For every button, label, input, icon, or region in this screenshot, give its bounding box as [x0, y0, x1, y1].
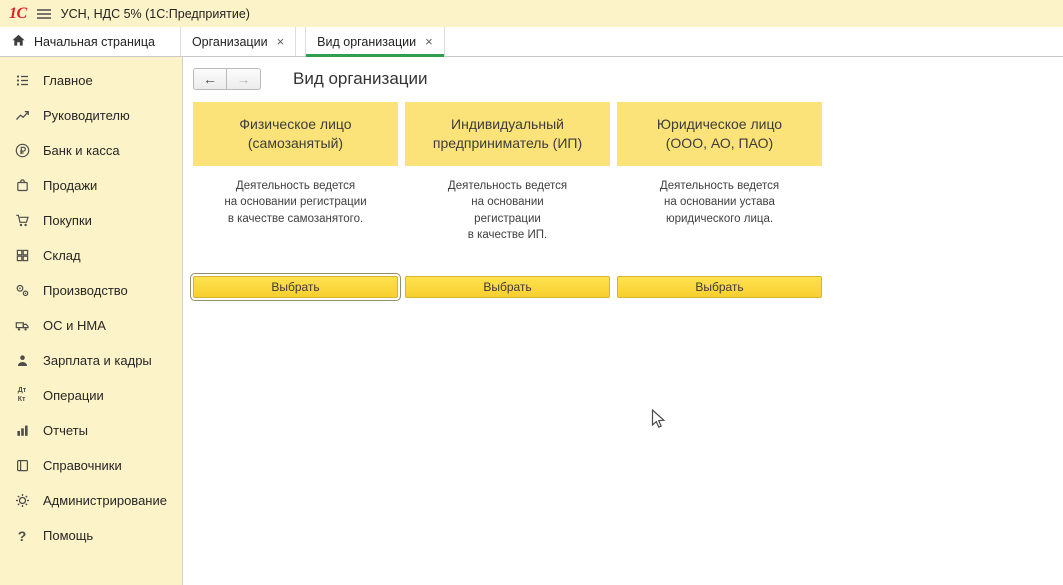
sidebar-item-help[interactable]: ? Помощь [0, 518, 182, 553]
sidebar-item-label: Главное [43, 73, 93, 88]
gear-icon [13, 493, 31, 508]
back-button[interactable]: ← [193, 68, 227, 90]
sidebar-item-warehouse[interactable]: Склад [0, 238, 182, 273]
sidebar-item-fixed-assets[interactable]: ОС и НМА [0, 308, 182, 343]
option-entrepreneur: Индивидуальный предприниматель (ИП) Деят… [405, 102, 610, 298]
grid-icon [13, 248, 31, 263]
truck-icon [13, 318, 31, 333]
choose-button-selfemployed[interactable]: Выбрать [193, 276, 398, 298]
option-description: Деятельность ведется на основании регист… [405, 178, 610, 243]
sidebar-item-operations[interactable]: Дт Кт Операции [0, 378, 182, 413]
debit-credit-icon: Дт Кт [13, 387, 31, 403]
book-icon [13, 458, 31, 473]
sidebar-item-references[interactable]: Справочники [0, 448, 182, 483]
sidebar-item-reports[interactable]: Отчеты [0, 413, 182, 448]
sidebar-item-manager[interactable]: Руководителю [0, 98, 182, 133]
app-window: 1С УСН, НДС 5% (1С:Предприятие) Начальна… [0, 0, 1063, 585]
tab-bar: Начальная страница Организации × Вид орг… [0, 27, 1063, 57]
close-icon[interactable]: × [277, 35, 285, 48]
sidebar-item-administration[interactable]: Администрирование [0, 483, 182, 518]
sidebar-item-label: Справочники [43, 458, 122, 473]
sidebar-item-label: ОС и НМА [43, 318, 106, 333]
sidebar-item-label: Зарплата и кадры [43, 353, 152, 368]
sidebar-item-label: Банк и касса [43, 143, 120, 158]
tab-organizations-label: Организации [192, 35, 268, 49]
close-icon[interactable]: × [425, 35, 433, 48]
option-description: Деятельность ведется на основании устава… [617, 178, 822, 227]
main-menu-icon[interactable] [36, 8, 52, 20]
sections-sidebar: Главное Руководителю Банк и касса Продаж… [0, 57, 183, 585]
option-card-title: Физическое лицо (самозанятый) [193, 102, 398, 166]
sidebar-item-label: Склад [43, 248, 81, 263]
choose-button-entrepreneur[interactable]: Выбрать [405, 276, 610, 298]
sidebar-item-sales[interactable]: Продажи [0, 168, 182, 203]
sidebar-item-label: Операции [43, 388, 104, 403]
bar-chart-icon [13, 423, 31, 438]
sidebar-item-main[interactable]: Главное [0, 63, 182, 98]
gears-icon [13, 283, 31, 298]
question-icon: ? [13, 528, 31, 544]
sidebar-item-production[interactable]: Производство [0, 273, 182, 308]
sidebar-item-label: Помощь [43, 528, 93, 543]
sidebar-item-salary-hr[interactable]: Зарплата и кадры [0, 343, 182, 378]
app-logo: 1С [9, 5, 27, 23]
main-content: ← → Вид организации Физическое лицо (сам… [183, 57, 1063, 585]
choose-button-legal-entity[interactable]: Выбрать [617, 276, 822, 298]
briefcase-icon [13, 178, 31, 193]
sidebar-item-label: Отчеты [43, 423, 88, 438]
page-title: Вид организации [293, 69, 428, 89]
ruble-icon [13, 143, 31, 158]
sidebar-item-label: Руководителю [43, 108, 130, 123]
tab-home[interactable]: Начальная страница [0, 27, 171, 56]
sidebar-item-label: Администрирование [43, 493, 167, 508]
list-icon [13, 73, 31, 88]
option-description: Деятельность ведется на основании регист… [193, 178, 398, 227]
option-card-title: Юридическое лицо (ООО, АО, ПАО) [617, 102, 822, 166]
tab-org-kind[interactable]: Вид организации × [305, 27, 445, 56]
window-titlebar: 1С УСН, НДС 5% (1С:Предприятие) [0, 0, 1063, 27]
sidebar-item-label: Производство [43, 283, 128, 298]
tab-home-label: Начальная страница [34, 35, 155, 49]
window-title: УСН, НДС 5% (1С:Предприятие) [61, 7, 250, 21]
sidebar-item-label: Продажи [43, 178, 97, 193]
tab-org-kind-label: Вид организации [317, 35, 416, 49]
history-nav: ← → [193, 68, 261, 90]
forward-button[interactable]: → [227, 68, 261, 90]
tab-organizations[interactable]: Организации × [180, 27, 296, 56]
person-icon [13, 353, 31, 368]
sidebar-item-purchases[interactable]: Покупки [0, 203, 182, 238]
trend-up-icon [13, 108, 31, 123]
cart-icon [13, 213, 31, 228]
sidebar-item-bank-cash[interactable]: Банк и касса [0, 133, 182, 168]
mouse-cursor [651, 409, 667, 436]
sidebar-item-label: Покупки [43, 213, 92, 228]
option-card-title: Индивидуальный предприниматель (ИП) [405, 102, 610, 166]
home-icon [11, 33, 26, 50]
option-legal-entity: Юридическое лицо (ООО, АО, ПАО) Деятельн… [617, 102, 822, 298]
option-individual-selfemployed: Физическое лицо (самозанятый) Деятельнос… [193, 102, 398, 298]
org-kind-options: Физическое лицо (самозанятый) Деятельнос… [193, 102, 1063, 298]
